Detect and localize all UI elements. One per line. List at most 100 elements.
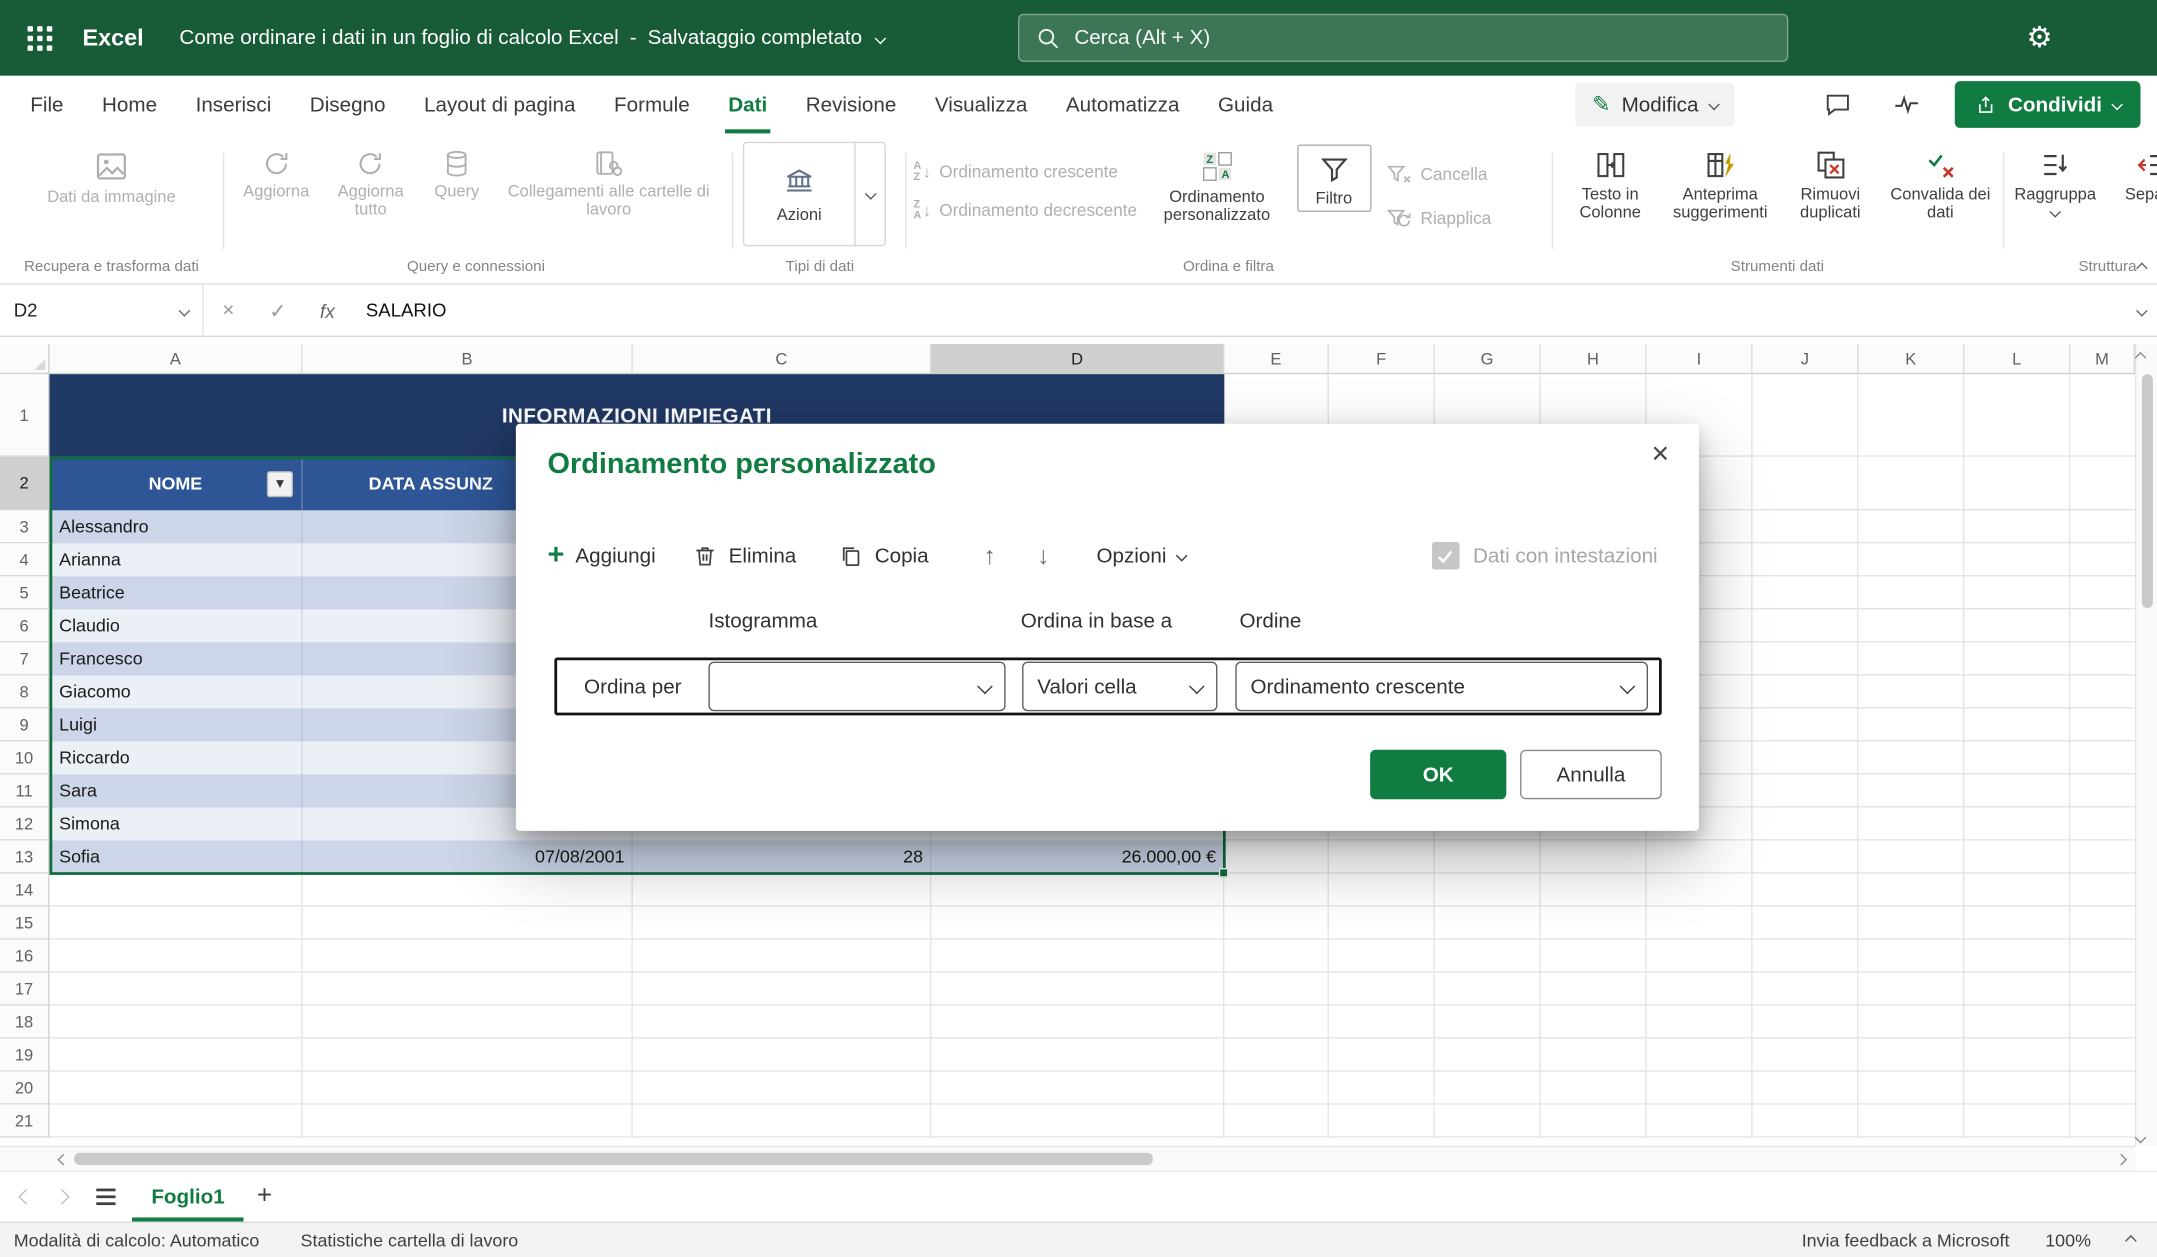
text-to-columns-button[interactable]: Testo in Colonne bbox=[1560, 142, 1660, 222]
add-level-button[interactable]: + Aggiungi bbox=[548, 543, 656, 568]
sort-descending-button[interactable]: ZA↓ Ordinamento decrescente bbox=[913, 199, 1137, 221]
cell-age[interactable]: 28 bbox=[633, 841, 932, 874]
ribbon-tab[interactable]: Dati bbox=[709, 76, 787, 134]
move-down-button[interactable]: ↓ bbox=[1037, 541, 1049, 570]
clear-filter-button[interactable]: Cancella bbox=[1385, 161, 1492, 189]
scroll-up-icon[interactable] bbox=[2135, 352, 2147, 364]
name-box[interactable]: D2 bbox=[0, 285, 204, 336]
cell-salary[interactable]: 26.000,00 € bbox=[931, 841, 1224, 874]
data-validation-button[interactable]: Convalida dei dati bbox=[1886, 142, 1995, 222]
select-all-corner[interactable] bbox=[0, 344, 50, 374]
column-header-K[interactable]: K bbox=[1858, 344, 1964, 374]
flash-fill-button[interactable]: Anteprima suggerimenti bbox=[1666, 142, 1775, 222]
delete-level-button[interactable]: Elimina bbox=[691, 543, 796, 569]
zoom-options-icon[interactable] bbox=[2125, 1234, 2137, 1246]
comments-icon[interactable] bbox=[1817, 84, 1858, 125]
sort-ascending-button[interactable]: AZ↓ Ordinamento crescente bbox=[913, 161, 1137, 183]
vertical-scrollbar[interactable] bbox=[2135, 344, 2157, 1146]
custom-sort-button[interactable]: Z A Ordinamento personalizzato bbox=[1151, 142, 1283, 225]
cell-name[interactable]: Simona bbox=[50, 808, 303, 841]
cancel-entry-icon[interactable]: × bbox=[204, 285, 254, 336]
prev-sheet-icon[interactable] bbox=[8, 1172, 44, 1222]
column-header-M[interactable]: M bbox=[2070, 344, 2135, 374]
scroll-left-icon[interactable] bbox=[52, 1147, 74, 1172]
expand-formula-bar-icon[interactable] bbox=[2136, 304, 2148, 316]
column-header-C[interactable]: C bbox=[633, 344, 932, 374]
column-header-A[interactable]: A bbox=[50, 344, 303, 374]
calc-mode-status[interactable]: Modalità di calcolo: Automatico bbox=[14, 1230, 260, 1251]
scroll-down-icon[interactable] bbox=[2135, 1132, 2147, 1144]
row-header-20[interactable]: 20 bbox=[0, 1072, 50, 1105]
confirm-entry-icon[interactable]: ✓ bbox=[253, 285, 303, 336]
column-header-B[interactable]: B bbox=[303, 344, 633, 374]
settings-gear-icon[interactable]: ⚙ bbox=[2027, 0, 2053, 76]
ribbon-tab[interactable]: Inserisci bbox=[176, 76, 290, 134]
row-header-15[interactable]: 15 bbox=[0, 907, 50, 940]
column-header-G[interactable]: G bbox=[1435, 344, 1541, 374]
row-header-18[interactable]: 18 bbox=[0, 1006, 50, 1039]
cell-name[interactable]: Francesco bbox=[50, 642, 303, 675]
sheet-tab-foglio1[interactable]: Foglio1 bbox=[132, 1172, 244, 1222]
workbook-stats-button[interactable]: Statistiche cartella di lavoro bbox=[301, 1230, 519, 1251]
insert-function-icon[interactable]: fx bbox=[303, 285, 353, 336]
ungroup-button[interactable]: Separa bbox=[2110, 142, 2157, 204]
row-header-9[interactable]: 9 bbox=[0, 708, 50, 741]
ribbon-tab[interactable]: Revisione bbox=[786, 76, 915, 134]
order-dropdown[interactable]: Ordinamento crescente bbox=[1235, 662, 1648, 712]
column-header-E[interactable]: E bbox=[1224, 344, 1329, 374]
row-header-8[interactable]: 8 bbox=[0, 675, 50, 708]
refresh-all-button[interactable]: Aggiorna tutto bbox=[327, 142, 415, 219]
row-header-11[interactable]: 11 bbox=[0, 774, 50, 807]
ok-button[interactable]: OK bbox=[1370, 750, 1506, 800]
app-launcher-icon[interactable] bbox=[19, 17, 60, 58]
options-button[interactable]: Opzioni bbox=[1096, 544, 1185, 567]
column-header-I[interactable]: I bbox=[1647, 344, 1753, 374]
cell-name[interactable]: Beatrice bbox=[50, 576, 303, 609]
row-header-14[interactable]: 14 bbox=[0, 874, 50, 907]
sort-on-dropdown[interactable]: Valori cella bbox=[1022, 662, 1217, 712]
data-from-picture-button[interactable]: Dati da immagine bbox=[15, 142, 208, 207]
close-icon[interactable]: × bbox=[1641, 435, 1680, 474]
ribbon-tab[interactable]: Visualiz​za bbox=[916, 76, 1047, 134]
zoom-level[interactable]: 100% bbox=[2045, 1230, 2091, 1251]
column-header-J[interactable]: J bbox=[1753, 344, 1859, 374]
cell-name[interactable]: Giacomo bbox=[50, 675, 303, 708]
ribbon-tab[interactable]: Formule bbox=[595, 76, 709, 134]
cell-name[interactable]: Arianna bbox=[50, 543, 303, 576]
vertical-scroll-thumb[interactable] bbox=[2142, 374, 2153, 608]
column-dropdown[interactable] bbox=[708, 662, 1005, 712]
share-button[interactable]: Condividi bbox=[1954, 81, 2140, 128]
edit-mode-button[interactable]: ✎ Modifica bbox=[1576, 83, 1735, 127]
row-header-19[interactable]: 19 bbox=[0, 1039, 50, 1072]
row-header-7[interactable]: 7 bbox=[0, 642, 50, 675]
cell-name[interactable]: Riccardo bbox=[50, 741, 303, 774]
ribbon-tab[interactable]: Automatizza bbox=[1047, 76, 1199, 134]
document-title[interactable]: Come ordinare i dati in un foglio di cal… bbox=[179, 26, 884, 49]
row-header-21[interactable]: 21 bbox=[0, 1105, 50, 1138]
query-button[interactable]: Query bbox=[423, 142, 491, 201]
row-header-12[interactable]: 12 bbox=[0, 808, 50, 841]
group-rows-button[interactable]: Raggruppa bbox=[2011, 142, 2099, 216]
row-header-5[interactable]: 5 bbox=[0, 576, 50, 609]
headers-checkbox[interactable]: Dati con intestazioni bbox=[1432, 542, 1658, 570]
cancel-button[interactable]: Annulla bbox=[1520, 750, 1662, 800]
row-header-13[interactable]: 13 bbox=[0, 841, 50, 874]
reapply-filter-button[interactable]: Riapplica bbox=[1385, 205, 1492, 233]
workbook-links-button[interactable]: Collegamenti alle cartelle di lavoro bbox=[499, 142, 718, 219]
remove-duplicates-button[interactable]: Rimuovi duplicati bbox=[1780, 142, 1880, 222]
cell-name[interactable]: Claudio bbox=[50, 609, 303, 642]
row-header-16[interactable]: 16 bbox=[0, 940, 50, 973]
cell-name[interactable]: Alessandro bbox=[50, 510, 303, 543]
save-status[interactable]: Salvataggio completato bbox=[648, 26, 863, 49]
row-header-17[interactable]: 17 bbox=[0, 973, 50, 1006]
fill-handle[interactable] bbox=[1219, 868, 1229, 878]
app-name[interactable]: Excel bbox=[83, 24, 144, 52]
copy-level-button[interactable]: Copia bbox=[838, 543, 929, 569]
row-header-4[interactable]: 4 bbox=[0, 543, 50, 576]
filter-dropdown-icon[interactable]: ▾ bbox=[267, 470, 293, 496]
header-cell-nome[interactable]: NOME ▾ bbox=[50, 457, 303, 511]
ribbon-tab[interactable]: Home bbox=[83, 76, 177, 134]
row-header-1[interactable]: 1 bbox=[0, 374, 50, 457]
column-header-D[interactable]: D bbox=[931, 344, 1224, 374]
cell-hire-date[interactable]: 07/08/2001 bbox=[303, 841, 633, 874]
